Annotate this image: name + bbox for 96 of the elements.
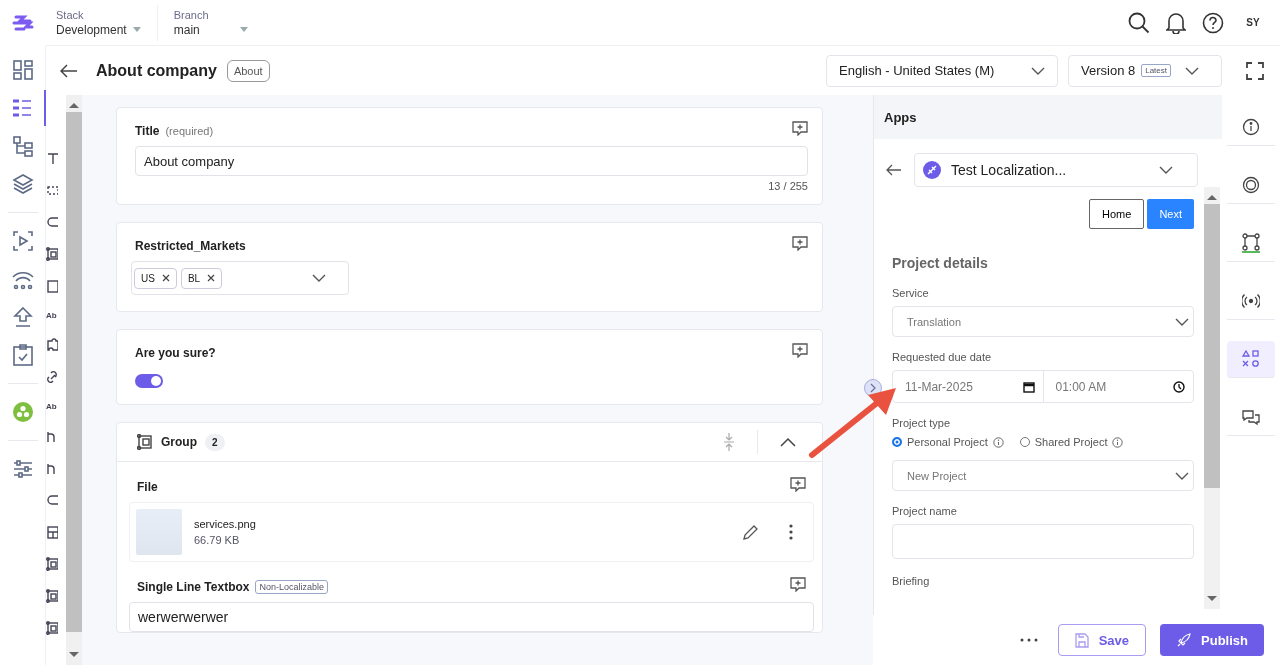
text-input[interactable]: werwerwerwer xyxy=(129,602,814,632)
fullscreen-icon[interactable] xyxy=(1246,61,1264,80)
image-thumbnail xyxy=(136,509,182,555)
pill-field-icon[interactable] xyxy=(46,493,58,507)
save-icon xyxy=(1074,632,1089,648)
rect-field-icon[interactable] xyxy=(46,279,58,293)
project-select[interactable]: New Project xyxy=(892,460,1194,491)
app-logo-icon xyxy=(923,161,941,179)
group-field-icon[interactable] xyxy=(46,557,58,571)
dashed-field-icon[interactable] xyxy=(46,183,58,197)
publish-button[interactable]: Publish xyxy=(1160,624,1264,656)
chevron-down-icon xyxy=(1175,317,1189,326)
puzzle-field-icon[interactable] xyxy=(46,338,58,352)
field-type-label: Ab xyxy=(46,402,57,411)
field-label: Are you sure? xyxy=(135,346,216,360)
clock-icon xyxy=(1173,380,1185,393)
text-input[interactable]: About company xyxy=(135,146,808,176)
rocket-icon xyxy=(1176,632,1192,648)
field-label: Service xyxy=(892,287,930,299)
multi-select-field[interactable]: US BL xyxy=(131,261,349,295)
content-type-tag: About xyxy=(226,59,270,82)
section-heading: Project details xyxy=(892,255,989,271)
home-button[interactable]: Home xyxy=(1089,199,1145,229)
required-hint: (required) xyxy=(165,125,214,137)
more-options-icon[interactable] xyxy=(789,524,793,540)
group-field-icon[interactable] xyxy=(46,247,58,261)
edit-pencil-icon[interactable] xyxy=(742,523,759,541)
remove-icon[interactable] xyxy=(207,274,216,282)
field-label: File xyxy=(137,480,158,494)
chevron-down-icon xyxy=(1185,66,1199,75)
layout-field-icon[interactable] xyxy=(46,525,58,539)
service-select[interactable]: Translation xyxy=(892,306,1194,337)
field-type-label: Ab xyxy=(46,311,57,320)
chevron-down-icon xyxy=(1031,66,1045,75)
tag-chip: US xyxy=(134,267,177,289)
time-input[interactable]: 01:00 AM xyxy=(1042,371,1193,402)
field-label: Requested due date xyxy=(892,351,993,363)
field-label: Project name xyxy=(892,505,958,517)
file-size: 66.79 KB xyxy=(194,534,241,546)
add-comment-icon[interactable] xyxy=(790,576,806,592)
field-label: Group xyxy=(161,435,197,449)
help-icon[interactable] xyxy=(1202,11,1224,34)
toggle-switch[interactable] xyxy=(135,374,163,388)
date-input[interactable]: 11-Mar-2025 xyxy=(893,371,1043,402)
back-arrow-icon[interactable] xyxy=(886,164,902,176)
info-icon xyxy=(1112,436,1124,448)
remove-icon[interactable] xyxy=(161,274,170,282)
add-comment-icon[interactable] xyxy=(792,235,808,251)
radio-option[interactable]: Personal Project xyxy=(892,436,1004,448)
group-field-icon[interactable] xyxy=(46,621,58,635)
notification-bell-icon[interactable] xyxy=(1166,11,1186,34)
file-name: services.png xyxy=(194,518,256,530)
branch-label: Branch xyxy=(173,8,210,21)
app-dropdown[interactable]: Test Localization... xyxy=(914,153,1198,187)
locale-dropdown[interactable]: English - United States (M) xyxy=(826,54,1058,87)
item-count: 2 xyxy=(205,433,225,451)
stack-dropdown[interactable]: Development xyxy=(56,22,141,37)
collapse-chevron-icon[interactable] xyxy=(780,437,796,447)
version-dropdown[interactable]: Version 8 Latest xyxy=(1068,54,1222,87)
chevron-down-icon xyxy=(1159,166,1173,174)
chevron-down-icon xyxy=(1175,471,1189,480)
add-comment-icon[interactable] xyxy=(792,120,808,136)
shapes-icon[interactable] xyxy=(1227,341,1275,378)
calendar-icon xyxy=(1022,380,1035,393)
group-field-icon xyxy=(137,434,153,450)
search-icon[interactable] xyxy=(1128,11,1150,34)
entry-title: About company xyxy=(96,61,217,80)
non-localizable-badge: Non-Localizable xyxy=(255,580,328,594)
branch-dropdown[interactable]: main xyxy=(173,22,248,37)
add-comment-icon[interactable] xyxy=(792,342,808,358)
field-label: Title xyxy=(135,124,160,138)
field-label: Single Line Textbox xyxy=(137,580,250,594)
chevron-down-icon xyxy=(312,274,326,282)
group-field-icon[interactable] xyxy=(46,589,58,603)
field-label: Project type xyxy=(892,417,952,429)
panel-title: Apps xyxy=(884,109,917,125)
info-icon xyxy=(992,436,1004,448)
radio-option[interactable]: Shared Project xyxy=(1019,436,1124,448)
tag-chip: BL xyxy=(180,267,223,289)
user-avatar[interactable]: SY xyxy=(1240,9,1266,36)
more-options-icon[interactable] xyxy=(1019,638,1038,642)
logo-icon[interactable] xyxy=(12,14,34,32)
save-button[interactable]: Save xyxy=(1057,624,1147,656)
field-label: Briefing xyxy=(892,575,931,587)
next-button[interactable]: Next xyxy=(1147,199,1194,229)
link-field-icon[interactable] xyxy=(46,370,58,384)
add-comment-icon[interactable] xyxy=(790,476,806,492)
character-counter: 13 / 255 xyxy=(768,180,808,192)
text-field-icon[interactable] xyxy=(46,151,58,165)
scrollbar[interactable] xyxy=(66,95,82,665)
scrollbar[interactable] xyxy=(1204,187,1220,609)
back-arrow-icon[interactable] xyxy=(60,63,78,78)
stack-label: Stack xyxy=(56,8,85,21)
pill-field-icon[interactable] xyxy=(46,215,58,229)
project-name-input[interactable] xyxy=(892,524,1194,559)
field-label: Restricted_Markets xyxy=(135,239,246,253)
